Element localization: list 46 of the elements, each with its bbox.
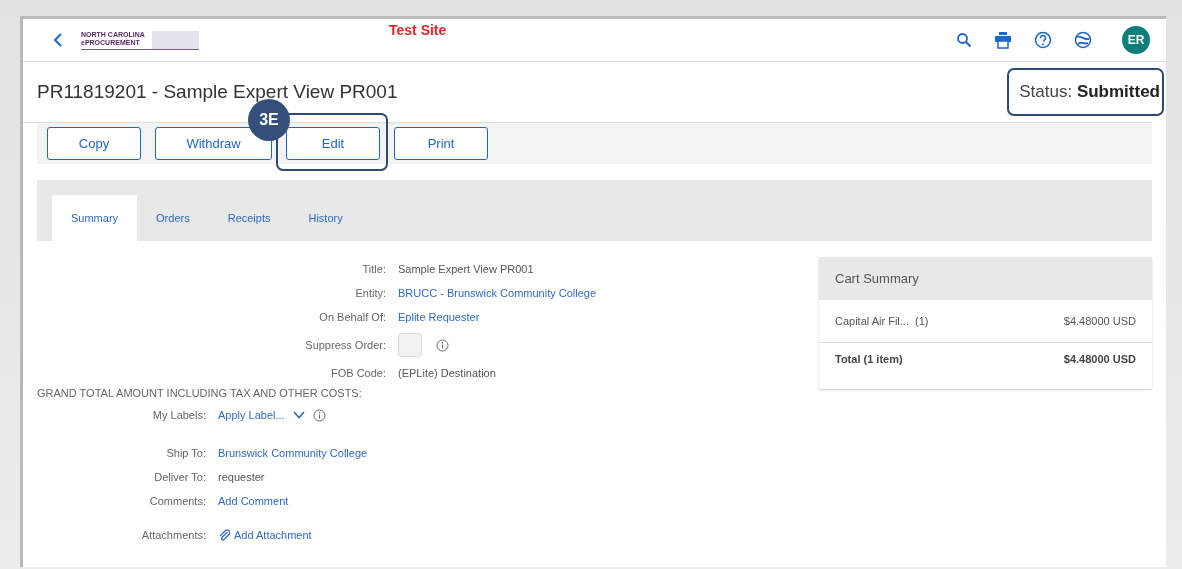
item-amount: $4.48000 USD [1063, 315, 1136, 327]
status-label: Status: Submitted [1007, 68, 1164, 116]
total-label: Total (1 item) [835, 353, 903, 365]
chevron-down-icon[interactable] [292, 411, 305, 419]
info-icon[interactable] [312, 408, 326, 422]
field-value: Sample Expert View PR001 [398, 263, 534, 275]
field-link[interactable]: Add Attachment [234, 529, 312, 541]
action-button[interactable]: Withdraw [155, 127, 272, 160]
globe-icon[interactable] [1074, 31, 1092, 49]
field-label: Entity: [354, 287, 386, 299]
field-link[interactable]: Eplite Requester [398, 311, 480, 323]
field-value: (EPLite) Destination [398, 367, 496, 379]
field-label: Comments: [148, 495, 206, 507]
field-label: Title: [361, 263, 386, 275]
item-name: Capital Air Fil... (1) [835, 315, 929, 327]
field-link[interactable]: Brunswick Community College [218, 447, 368, 459]
field-label: On Behalf Of: [318, 311, 386, 323]
card-title: Cart Summary [819, 257, 1152, 300]
action-button[interactable]: Copy [47, 127, 141, 160]
site-label: Test Site [389, 22, 447, 38]
action-button[interactable]: Print [394, 127, 488, 160]
label-dropdown[interactable]: Apply Label... [218, 409, 285, 421]
paperclip-icon[interactable] [218, 529, 230, 541]
total-amount: $4.48000 USD [1063, 353, 1136, 365]
field-link[interactable]: BRUCC - Brunswick Community College [398, 287, 597, 299]
help-icon[interactable] [1034, 31, 1052, 49]
field-label: FOB Code: [329, 367, 386, 379]
checkbox[interactable] [398, 333, 422, 357]
info-icon[interactable] [436, 338, 449, 352]
back-icon[interactable] [53, 32, 63, 48]
action-button[interactable]: Edit [286, 127, 380, 160]
field-label: Attachments: [140, 529, 206, 541]
field-label: My Labels: [151, 409, 206, 421]
field-label: Deliver To: [153, 471, 206, 483]
field-label: Suppress Order: [304, 339, 386, 351]
user-avatar[interactable]: ER [1122, 26, 1150, 54]
printer-icon[interactable] [994, 31, 1012, 49]
tab[interactable]: Summary [52, 195, 138, 241]
field-label: Ship To: [165, 447, 206, 459]
field-link[interactable]: Add Comment [218, 495, 289, 507]
tab[interactable]: Orders [137, 195, 209, 241]
search-icon[interactable] [956, 32, 972, 48]
tab[interactable]: History [289, 195, 362, 241]
section-label: GRAND TOTAL AMOUNT INCLUDING TAX AND OTHER COSTS: [37, 387, 363, 399]
tab[interactable]: Receipts [208, 195, 290, 241]
field-value: requester [218, 471, 265, 483]
